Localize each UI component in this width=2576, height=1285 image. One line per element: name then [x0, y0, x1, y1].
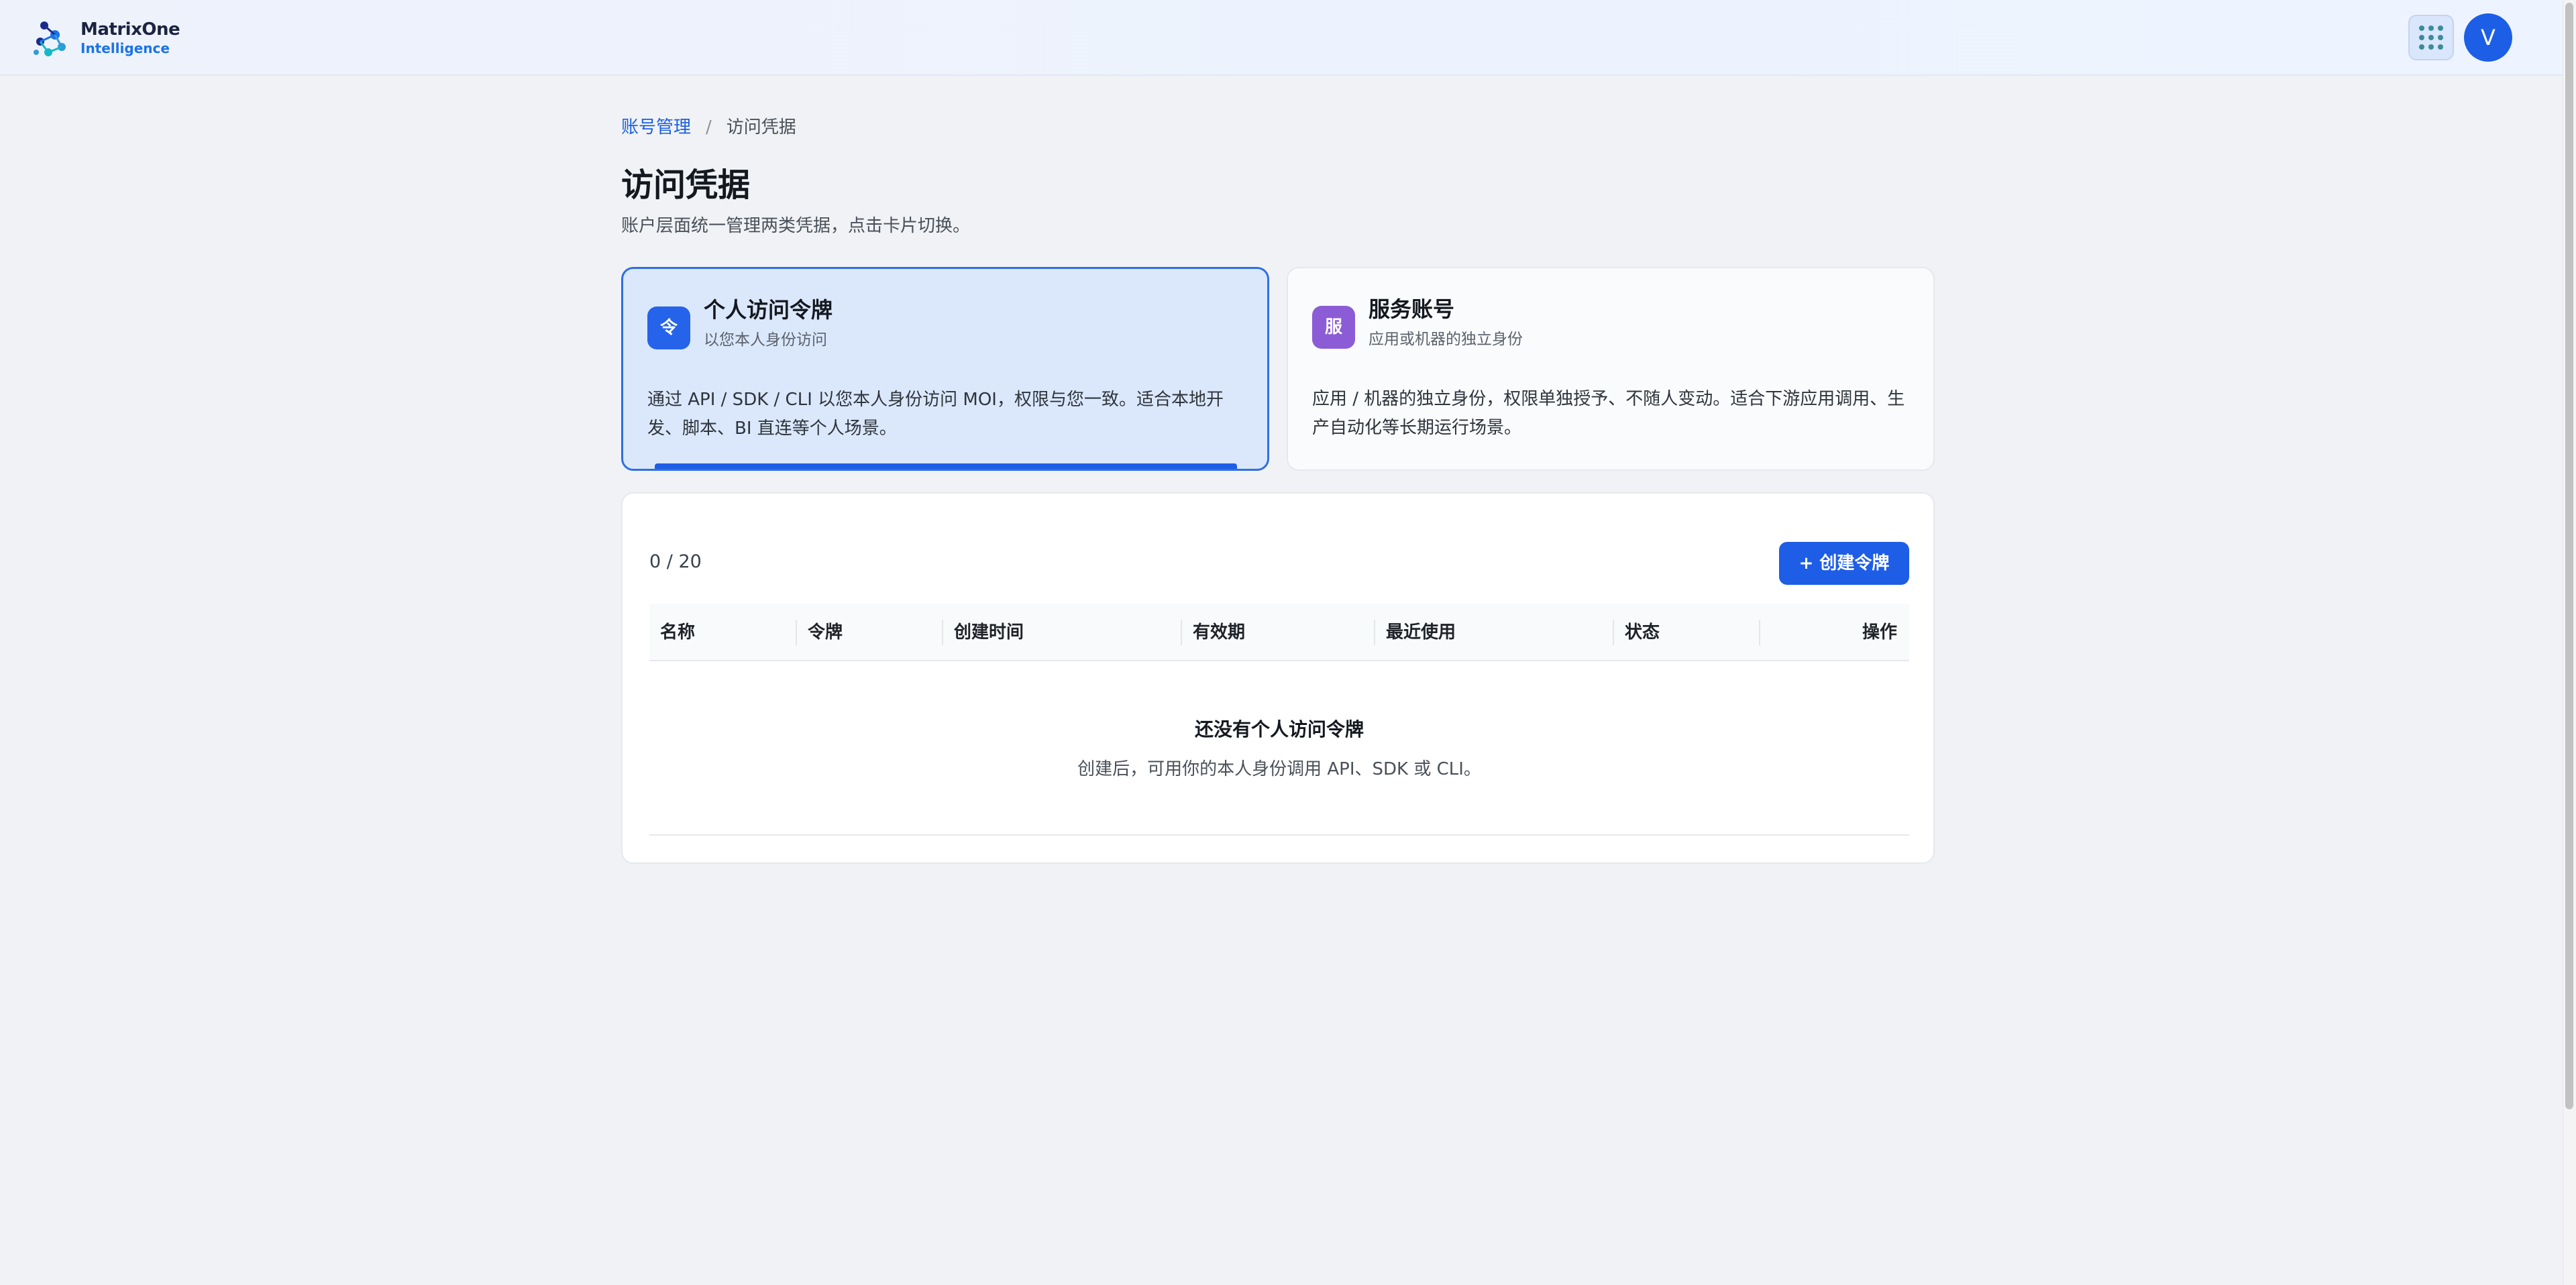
create-token-button[interactable]: + 创建令牌	[1779, 542, 1909, 585]
card-title: 个人访问令牌	[704, 297, 833, 323]
card-description: 通过 API / SDK / CLI 以您本人身份访问 MOI，权限与您一致。适…	[647, 390, 1224, 439]
page-title: 访问凭据	[621, 166, 751, 204]
page-description: 账户层面统一管理两类凭据，点击卡片切换。	[621, 216, 971, 236]
table-header: 名称 令牌 创建时间 有效期 最近使用 状态 操作	[649, 604, 1909, 661]
column-header-created-time[interactable]: 创建时间	[943, 604, 1024, 661]
breadcrumb-current: 访问凭据	[726, 117, 796, 137]
table-bottom-divider	[649, 834, 1909, 836]
scrollbar-thumb[interactable]	[2565, 3, 2573, 1109]
card-service-account[interactable]: 服 服务账号 应用或机器的独立身份 应用 / 机器的独立身份，权限单独授予、不随…	[1287, 267, 1935, 471]
logo-text: MatrixOne Intelligence	[80, 20, 180, 58]
matrixone-logo-icon	[34, 21, 66, 56]
logo-name: MatrixOne	[80, 19, 180, 40]
empty-state-description: 创建后，可用你的本人身份调用 API、SDK 或 CLI。	[1077, 759, 1481, 779]
card-title: 服务账号	[1368, 296, 1455, 322]
user-avatar[interactable]: V	[2464, 13, 2512, 62]
empty-state-title: 还没有个人访问令牌	[1194, 718, 1364, 740]
card-subtitle: 应用或机器的独立身份	[1368, 331, 1523, 348]
logo-subtitle: Intelligence	[80, 40, 170, 56]
service-account-icon: 服	[1312, 306, 1355, 349]
grid-dots-icon	[2419, 25, 2424, 31]
matrixone-logo[interactable]: MatrixOne Intelligence	[32, 17, 180, 59]
column-header-name[interactable]: 名称	[649, 604, 695, 661]
breadcrumb: 账号管理 / 访问凭据	[621, 114, 796, 141]
column-header-actions: 操作	[1862, 622, 1897, 642]
token-icon: 令	[647, 306, 690, 349]
card-description: 应用 / 机器的独立身份，权限单独授予、不随人变动。适合下游应用调用、生产自动化…	[1312, 389, 1905, 438]
token-table-panel: 0 / 20 + 创建令牌 名称 令牌 创建时间 有效期 最近使用 状态 操作 …	[621, 492, 1935, 864]
column-header-status[interactable]: 状态	[1614, 604, 1660, 661]
top-bar: MatrixOne Intelligence V	[0, 0, 2563, 76]
column-header-last-used[interactable]: 最近使用	[1375, 604, 1456, 661]
column-header-expiry[interactable]: 有效期	[1182, 604, 1245, 661]
token-count: 0 / 20	[649, 551, 702, 572]
breadcrumb-account-management[interactable]: 账号管理	[621, 117, 691, 137]
card-personal-access-token[interactable]: 令 个人访问令牌 以您本人身份访问 通过 API / SDK / CLI 以您本…	[621, 267, 1269, 471]
breadcrumb-separator: /	[706, 117, 712, 137]
apps-menu-button[interactable]	[2408, 15, 2454, 60]
column-header-token[interactable]: 令牌	[797, 604, 843, 661]
card-subtitle: 以您本人身份访问	[704, 331, 827, 349]
active-card-indicator	[655, 463, 1237, 469]
